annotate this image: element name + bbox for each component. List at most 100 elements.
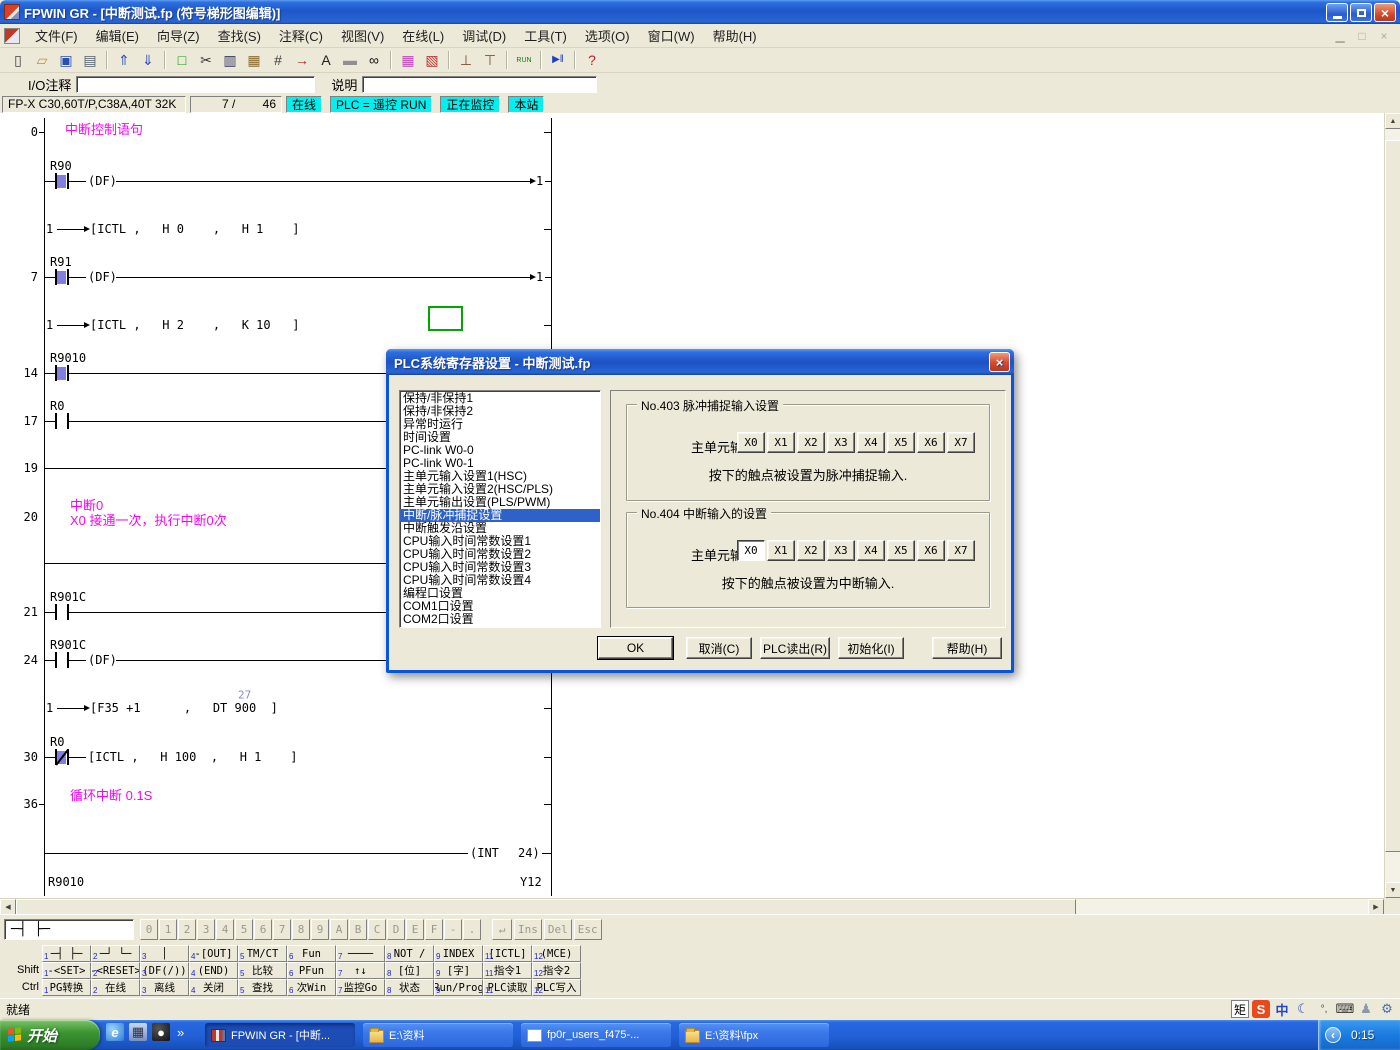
ladder-convert-button[interactable]: # [267,50,289,71]
fkey-ctrl-f12[interactable]: 12PLC写入 [532,979,581,996]
fkey-shift-f8[interactable]: 8[位] [385,962,434,979]
fkey-f3[interactable]: 3│ [140,945,189,962]
ime-indicator-icon[interactable]: 矩 [1231,1000,1249,1018]
input-x2-toggle-404[interactable]: X2 [797,540,825,561]
fkey-ctrl-f6[interactable]: 6次Win [287,979,336,996]
input-x6-toggle-404[interactable]: X6 [917,540,945,561]
fkey-shift-f11[interactable]: 11指令1 [483,962,532,979]
fkey-f11[interactable]: 11[ICTL] [483,945,532,962]
taskbar-item-2[interactable]: fp0r_users_f475-... [521,1023,671,1047]
fkey-shift-f4[interactable]: 4(END) [189,962,238,979]
fkey-f12[interactable]: 12(MCE) [532,945,581,962]
fkey-ctrl-f5[interactable]: 5查找 [238,979,287,996]
quick-launch-overflow[interactable]: » [177,1025,184,1040]
menu-options[interactable]: 选项(O) [576,23,639,48]
register-category-list[interactable]: 保持/非保持1保持/非保持2异常时运行时间设置PC-link W0-0PC-li… [399,390,601,628]
input-x5-toggle-403[interactable]: X5 [887,432,915,453]
run-pause-button[interactable]: ▶‖ [547,50,569,71]
fkey-shift-f1[interactable]: 1-<SET> [42,962,91,979]
punct-icon[interactable]: °, [1315,1000,1333,1018]
ladder-monitor-button[interactable]: ▦ [397,50,419,71]
input-x0-toggle-403[interactable]: X0 [737,432,765,453]
new-file-button[interactable]: ▯ [7,50,29,71]
input-x4-toggle-403[interactable]: X4 [857,432,885,453]
vertical-scroll-thumb[interactable] [1385,140,1400,852]
taskbar-item-0[interactable]: FPWIN GR - [中断... [205,1023,355,1047]
menu-comment[interactable]: 注释(C) [270,23,332,48]
scroll-left-button[interactable]: ◀ [0,899,16,915]
network-block-button[interactable]: ▬ [339,50,361,71]
fkey-shift-f7[interactable]: 7↑↓ [336,962,385,979]
chinese-ime-icon[interactable]: 中 [1273,1000,1291,1018]
dialog-close-button[interactable]: × [989,352,1010,372]
fkey-ctrl-f8[interactable]: 8状态 [385,979,434,996]
menu-debug[interactable]: 调试(D) [453,23,515,48]
horizontal-scrollbar[interactable]: ◀ ▶ [0,898,1384,914]
tool-icon[interactable]: ⚙ [1378,1000,1396,1018]
fkey-f4[interactable]: 4-[OUT] [189,945,238,962]
fkey-shift-f3[interactable]: 3(DF(/)) [140,962,189,979]
run-mode-button[interactable]: RUN [513,50,535,71]
restore-button[interactable] [1350,3,1372,22]
menu-window[interactable]: 窗口(W) [639,23,704,48]
input-x3-toggle-404[interactable]: X3 [827,540,855,561]
online-button[interactable]: ⊤ [479,50,501,71]
fkey-f7[interactable]: 7──── [336,945,385,962]
scroll-down-button[interactable]: ▼ [1385,882,1400,898]
paste-button[interactable]: ▦ [243,50,265,71]
menu-edit[interactable]: 编辑(E) [87,23,148,48]
input-x3-toggle-403[interactable]: X3 [827,432,855,453]
fkey-f5[interactable]: 5TM/CT [238,945,287,962]
fkey-ctrl-f1[interactable]: 1PG转换 [42,979,91,996]
text-comment-button[interactable]: A [315,50,337,71]
input-x5-toggle-404[interactable]: X5 [887,540,915,561]
help-button[interactable]: 帮助(H) [932,637,1002,659]
input-x7-toggle-404[interactable]: X7 [947,540,975,561]
download-to-plc-button[interactable]: ⇓ [137,50,159,71]
messenger-icon[interactable]: ● [152,1023,170,1041]
io-comment-input[interactable] [76,76,315,93]
menu-online[interactable]: 在线(L) [393,23,453,48]
scroll-right-button[interactable]: ▶ [1368,899,1384,915]
fkey-ctrl-f3[interactable]: 3离线 [140,979,189,996]
upload-from-plc-button[interactable]: ⇑ [113,50,135,71]
save-file-button[interactable]: ▣ [55,50,77,71]
fkey-f2[interactable]: 2─┘ └─ [91,945,140,962]
fkey-shift-f2[interactable]: 2-<RESET> [91,962,140,979]
input-x1-toggle-403[interactable]: X1 [767,432,795,453]
fkey-ctrl-f2[interactable]: 2在线 [91,979,140,996]
soft-keyboard-icon[interactable]: ⌨ [1336,1000,1354,1018]
minimize-button[interactable] [1326,3,1348,22]
vertical-scrollbar[interactable]: ▲ ▼ [1384,113,1400,898]
register-list-item[interactable]: COM2口设置 [400,613,600,626]
find-button[interactable]: ∞ [363,50,385,71]
moon-icon[interactable]: ☾ [1294,1000,1312,1018]
fkey-ctrl-f4[interactable]: 4关闭 [189,979,238,996]
tray-collapse-button[interactable]: ‹ [1325,1027,1341,1043]
fkey-ctrl-f9[interactable]: 9Run/Prog [434,979,483,996]
mdi-close-button[interactable]: × [1376,29,1392,43]
taskbar-item-3[interactable]: E:\资料\fpx [679,1023,829,1047]
open-file-button[interactable]: ▱ [31,50,53,71]
help-button[interactable]: ? [581,50,603,71]
description-input[interactable] [362,76,597,93]
print-button[interactable]: ▤ [79,50,101,71]
fkey-f6[interactable]: 6Fun [287,945,336,962]
input-x4-toggle-404[interactable]: X4 [857,540,885,561]
ok-button[interactable]: OK [598,637,673,659]
input-x6-toggle-403[interactable]: X6 [917,432,945,453]
copy-button[interactable]: ▥ [219,50,241,71]
input-x0-toggle-404[interactable]: X0 [737,540,765,561]
close-button[interactable]: × [1374,3,1396,22]
instruction-entry-box[interactable]: ─┤ ├─ [4,919,134,940]
menu-view[interactable]: 视图(V) [332,23,393,48]
user-icon[interactable]: ♟ [1357,1000,1375,1018]
select-mode-button[interactable]: □ [171,50,193,71]
horizontal-scroll-thumb[interactable] [16,899,1076,915]
fkey-f9[interactable]: 9INDEX [434,945,483,962]
input-x2-toggle-403[interactable]: X2 [797,432,825,453]
menu-help[interactable]: 帮助(H) [704,23,766,48]
fkey-f8[interactable]: 8NOT / [385,945,434,962]
fkey-f1[interactable]: 1─┤ ├─ [42,945,91,962]
input-x1-toggle-404[interactable]: X1 [767,540,795,561]
